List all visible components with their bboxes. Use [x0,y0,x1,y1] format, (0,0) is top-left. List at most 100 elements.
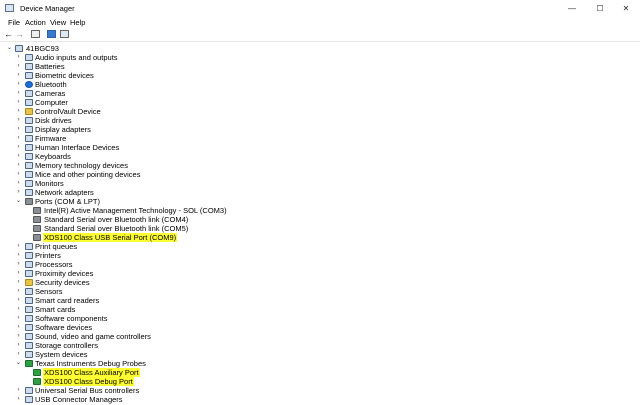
chevron-down-icon[interactable]: ⌄ [15,197,22,206]
tree-item[interactable]: › Printers [0,251,640,260]
port-icon [33,225,41,232]
tree-item[interactable]: › Security devices [0,278,640,287]
menu-view[interactable]: View [50,17,66,28]
tree-item[interactable]: ⌄ Texas Instruments Debug Probes [0,359,640,368]
tree-item[interactable]: ⌄ Ports (COM & LPT) [0,197,640,206]
tree-child-item[interactable]: XDS100 Class USB Serial Port (COM9) [0,233,640,242]
chevron-right-icon[interactable]: › [15,161,22,170]
tree-item[interactable]: › Bluetooth [0,80,640,89]
tree-item[interactable]: › Proximity devices [0,269,640,278]
chevron-right-icon[interactable]: › [15,53,22,62]
tree-child-item[interactable]: XDS100 Class Auxiliary Port [0,368,640,377]
tree-item[interactable]: › Biometric devices [0,71,640,80]
chevron-right-icon[interactable]: › [15,296,22,305]
chevron-right-icon[interactable]: › [15,107,22,116]
computer-icon [15,45,23,52]
chevron-right-icon[interactable]: › [15,251,22,260]
chevron-down-icon[interactable]: ⌄ [15,359,22,368]
tree-item[interactable]: › Firmware [0,134,640,143]
chevron-right-icon[interactable]: › [15,332,22,341]
properties-icon[interactable] [31,30,40,38]
chevron-right-icon[interactable]: › [15,242,22,251]
tree-item[interactable]: › Mice and other pointing devices [0,170,640,179]
help-icon[interactable] [47,30,56,38]
tree-item[interactable]: › Batteries [0,62,640,71]
tree-item[interactable]: › Sound, video and game controllers [0,332,640,341]
minimize-button[interactable]: — [558,0,586,17]
tree-child-item[interactable]: Intel(R) Active Management Technology - … [0,206,640,215]
chevron-right-icon[interactable]: › [15,62,22,71]
tree-item[interactable]: › Software devices [0,323,640,332]
tree-item[interactable]: › Smart card readers [0,296,640,305]
chevron-right-icon[interactable]: › [15,314,22,323]
forward-arrow-icon[interactable]: → [15,29,24,39]
tree-item[interactable]: › Computer [0,98,640,107]
menu-help[interactable]: Help [70,17,85,28]
device-tree: ⌄ 41BGC93 › Audio inputs and outputs › Batter… [0,42,640,405]
tree-root-label: 41BGC93 [26,44,59,53]
title-bar: Device Manager — ☐ ✕ [0,0,640,17]
storage-icon [25,342,33,349]
chevron-right-icon[interactable]: › [15,125,22,134]
chevron-right-icon[interactable]: › [15,386,22,395]
tree-item[interactable]: › Processors [0,260,640,269]
chevron-right-icon[interactable]: › [15,179,22,188]
chevron-right-icon[interactable]: › [15,260,22,269]
tree-item-label: Sensors [35,287,63,296]
chip-icon [25,135,33,142]
maximize-button[interactable]: ☐ [586,0,614,17]
window-title: Device Manager [20,4,75,13]
display-adapter-icon [25,126,33,133]
tree-item[interactable]: › Smart cards [0,305,640,314]
chevron-right-icon[interactable]: › [15,323,22,332]
chevron-right-icon[interactable]: › [15,350,22,359]
tree-root[interactable]: ⌄ 41BGC93 [0,44,640,53]
tree-item[interactable]: › USB Connector Managers [0,395,640,404]
tree-item[interactable]: › Display adapters [0,125,640,134]
close-button[interactable]: ✕ [612,0,640,17]
tree-item[interactable]: › Cameras [0,89,640,98]
tree-item[interactable]: › System devices [0,350,640,359]
back-arrow-icon[interactable]: ← [4,29,13,39]
chevron-right-icon[interactable]: › [15,305,22,314]
scan-hardware-icon[interactable] [60,30,69,38]
chevron-right-icon[interactable]: › [15,287,22,296]
tree-item[interactable]: › Memory technology devices [0,161,640,170]
disk-icon [25,117,33,124]
chevron-right-icon[interactable]: › [15,341,22,350]
menu-file[interactable]: File [8,17,20,28]
tree-item[interactable]: › Universal Serial Bus controllers [0,386,640,395]
tree-item[interactable]: › Monitors [0,179,640,188]
chevron-right-icon[interactable]: › [15,395,22,404]
tree-child-item[interactable]: Standard Serial over Bluetooth link (COM… [0,215,640,224]
tree-item[interactable]: › Print queues [0,242,640,251]
tree-item[interactable]: › Keyboards [0,152,640,161]
tree-item[interactable]: › Software components [0,314,640,323]
processor-icon [25,261,33,268]
chevron-right-icon[interactable]: › [15,170,22,179]
tree-item[interactable]: › Network adapters [0,188,640,197]
tree-item[interactable]: › Human Interface Devices [0,143,640,152]
tree-item[interactable]: › ControlVault Device [0,107,640,116]
chevron-right-icon[interactable]: › [15,116,22,125]
tree-item-label: Smart card readers [35,296,100,305]
chevron-right-icon[interactable]: › [15,143,22,152]
chevron-right-icon[interactable]: › [15,98,22,107]
tree-item[interactable]: › Storage controllers [0,341,640,350]
tree-item[interactable]: › Audio inputs and outputs [0,53,640,62]
tree-item[interactable]: › Sensors [0,287,640,296]
chevron-right-icon[interactable]: › [15,134,22,143]
chevron-right-icon[interactable]: › [15,80,22,89]
chevron-right-icon[interactable]: › [15,71,22,80]
tree-item[interactable]: › Disk drives [0,116,640,125]
chevron-right-icon[interactable]: › [15,152,22,161]
tree-child-item[interactable]: XDS100 Class Debug Port [0,377,640,386]
chevron-right-icon[interactable]: › [15,278,22,287]
chevron-right-icon[interactable]: › [15,188,22,197]
tree-child-item[interactable]: Standard Serial over Bluetooth link (COM… [0,224,640,233]
chevron-down-icon[interactable]: ⌄ [6,44,13,53]
menu-action[interactable]: Action [25,17,46,28]
chevron-right-icon[interactable]: › [15,89,22,98]
chevron-right-icon[interactable]: › [15,269,22,278]
vault-icon [25,108,33,115]
